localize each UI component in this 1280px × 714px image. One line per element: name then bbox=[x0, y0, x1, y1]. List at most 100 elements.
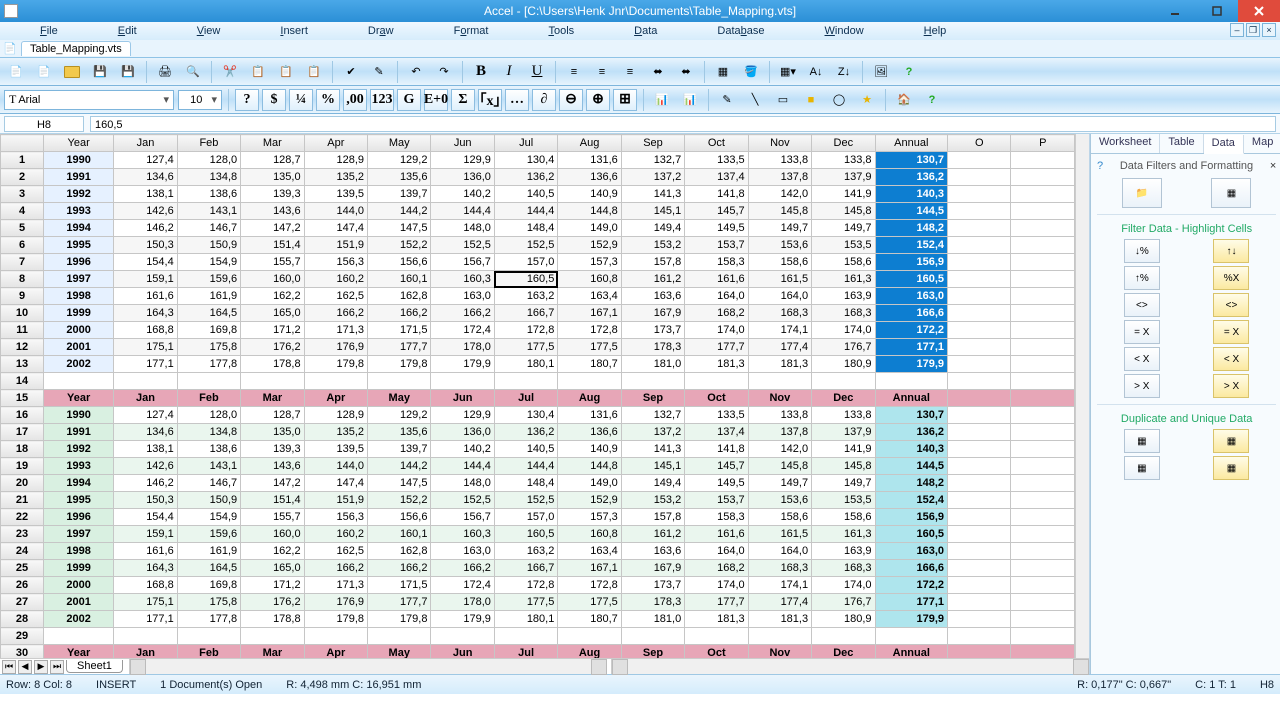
cell[interactable]: 174,1 bbox=[748, 322, 811, 339]
filter-btn-2-a[interactable]: <> bbox=[1124, 293, 1160, 317]
cell[interactable]: Apr bbox=[304, 645, 367, 659]
menu-help[interactable]: Help bbox=[924, 25, 947, 37]
cell[interactable]: 149,7 bbox=[748, 220, 811, 237]
cell[interactable]: 176,2 bbox=[241, 339, 304, 356]
cell[interactable]: 164,0 bbox=[685, 288, 748, 305]
ellipse-icon[interactable]: ◯ bbox=[827, 88, 851, 112]
cell[interactable]: 177,5 bbox=[494, 594, 557, 611]
cell[interactable]: Sep bbox=[621, 390, 684, 407]
cell[interactable]: 144,2 bbox=[368, 458, 431, 475]
cell[interactable]: 171,5 bbox=[368, 322, 431, 339]
cell[interactable]: 147,5 bbox=[368, 220, 431, 237]
cell[interactable]: 164,5 bbox=[177, 560, 240, 577]
folder-browse-button[interactable]: 📁 bbox=[1122, 178, 1162, 208]
cell[interactable] bbox=[875, 628, 948, 645]
tab-nav-next[interactable]: ▶ bbox=[34, 660, 48, 674]
cell[interactable]: 140,2 bbox=[431, 186, 494, 203]
cell[interactable]: 142,0 bbox=[748, 186, 811, 203]
line-icon[interactable]: ╲ bbox=[743, 88, 767, 112]
cell[interactable]: 129,9 bbox=[431, 152, 494, 169]
cell[interactable]: 177,5 bbox=[558, 339, 621, 356]
cell[interactable] bbox=[558, 373, 621, 390]
row-header[interactable]: 21 bbox=[1, 492, 44, 509]
cell[interactable]: Mar bbox=[241, 390, 304, 407]
cell[interactable]: 138,1 bbox=[114, 441, 177, 458]
cell[interactable]: 152,5 bbox=[494, 492, 557, 509]
tab-nav-first[interactable]: ⏮ bbox=[2, 660, 16, 674]
cell[interactable]: May bbox=[368, 645, 431, 659]
col-header[interactable]: Jun bbox=[431, 135, 494, 152]
cell[interactable] bbox=[948, 322, 1011, 339]
cell[interactable]: 1993 bbox=[44, 203, 114, 220]
cell[interactable]: 180,7 bbox=[558, 611, 621, 628]
cell[interactable]: 137,2 bbox=[621, 424, 684, 441]
cell[interactable]: 147,2 bbox=[241, 220, 304, 237]
cell[interactable]: 153,5 bbox=[812, 237, 875, 254]
rect-icon[interactable]: ▭ bbox=[771, 88, 795, 112]
cell[interactable]: 1998 bbox=[44, 288, 114, 305]
cell[interactable]: 179,9 bbox=[431, 611, 494, 628]
cell[interactable]: 168,3 bbox=[748, 560, 811, 577]
cell[interactable] bbox=[948, 611, 1011, 628]
cell[interactable] bbox=[948, 356, 1011, 373]
cell[interactable]: 150,9 bbox=[177, 492, 240, 509]
cell[interactable]: 2001 bbox=[44, 594, 114, 611]
cell[interactable]: 133,5 bbox=[685, 152, 748, 169]
cell[interactable] bbox=[1011, 339, 1075, 356]
cell[interactable]: 148,2 bbox=[875, 475, 948, 492]
row-header[interactable]: 14 bbox=[1, 373, 44, 390]
cell[interactable] bbox=[431, 628, 494, 645]
filter-btn-4-b[interactable]: < X bbox=[1213, 347, 1249, 371]
cell[interactable]: 2000 bbox=[44, 322, 114, 339]
table-style-icon[interactable]: ▦▾ bbox=[776, 60, 800, 84]
cell[interactable]: 166,2 bbox=[368, 305, 431, 322]
cell[interactable]: 179,8 bbox=[304, 611, 367, 628]
cell[interactable]: 160,5 bbox=[875, 271, 948, 288]
cell[interactable] bbox=[875, 373, 948, 390]
cell[interactable] bbox=[748, 628, 811, 645]
merge-icon[interactable]: ⬌ bbox=[646, 60, 670, 84]
cell[interactable]: 136,0 bbox=[431, 169, 494, 186]
cell[interactable]: 175,1 bbox=[114, 339, 177, 356]
cell[interactable] bbox=[304, 628, 367, 645]
font-name-combo[interactable]: T Arial ▾ bbox=[4, 90, 174, 110]
cell[interactable]: 177,1 bbox=[875, 594, 948, 611]
side-tab-map[interactable]: Map bbox=[1244, 134, 1280, 153]
cell[interactable] bbox=[948, 526, 1011, 543]
menu-insert[interactable]: Insert bbox=[280, 25, 308, 37]
cell[interactable]: 168,2 bbox=[685, 305, 748, 322]
row-header[interactable]: 8 bbox=[1, 271, 44, 288]
cell[interactable]: 1992 bbox=[44, 441, 114, 458]
cell[interactable]: 173,7 bbox=[621, 577, 684, 594]
cell[interactable]: 169,8 bbox=[177, 577, 240, 594]
cell[interactable]: 150,3 bbox=[114, 237, 177, 254]
cell[interactable]: 163,9 bbox=[812, 543, 875, 560]
cell[interactable]: 145,8 bbox=[812, 203, 875, 220]
cell[interactable] bbox=[948, 186, 1011, 203]
cell[interactable]: Oct bbox=[685, 645, 748, 659]
cell[interactable]: Dec bbox=[812, 645, 875, 659]
cell[interactable]: 149,7 bbox=[748, 475, 811, 492]
cell[interactable]: 130,4 bbox=[494, 152, 557, 169]
cell[interactable]: 178,0 bbox=[431, 594, 494, 611]
cell[interactable]: 156,7 bbox=[431, 509, 494, 526]
cell[interactable] bbox=[1011, 271, 1075, 288]
cell[interactable] bbox=[1011, 186, 1075, 203]
cell[interactable]: 145,8 bbox=[748, 203, 811, 220]
cell[interactable]: 137,8 bbox=[748, 169, 811, 186]
row-header[interactable]: 29 bbox=[1, 628, 44, 645]
sort-desc-icon[interactable]: Z↓ bbox=[832, 60, 856, 84]
cell[interactable] bbox=[368, 628, 431, 645]
cell[interactable]: 180,9 bbox=[812, 356, 875, 373]
cell[interactable]: 134,6 bbox=[114, 169, 177, 186]
menu-draw[interactable]: Draw bbox=[368, 25, 394, 37]
tab-nav-last[interactable]: ⏭ bbox=[50, 660, 64, 674]
cell[interactable]: 177,5 bbox=[558, 594, 621, 611]
edit-icon[interactable]: ✎ bbox=[367, 60, 391, 84]
cell[interactable]: 1996 bbox=[44, 254, 114, 271]
cell[interactable]: 160,2 bbox=[304, 526, 367, 543]
cell[interactable]: 166,2 bbox=[431, 305, 494, 322]
cell[interactable]: Jun bbox=[431, 390, 494, 407]
cell[interactable]: Year bbox=[44, 645, 114, 659]
cell[interactable] bbox=[1011, 509, 1075, 526]
